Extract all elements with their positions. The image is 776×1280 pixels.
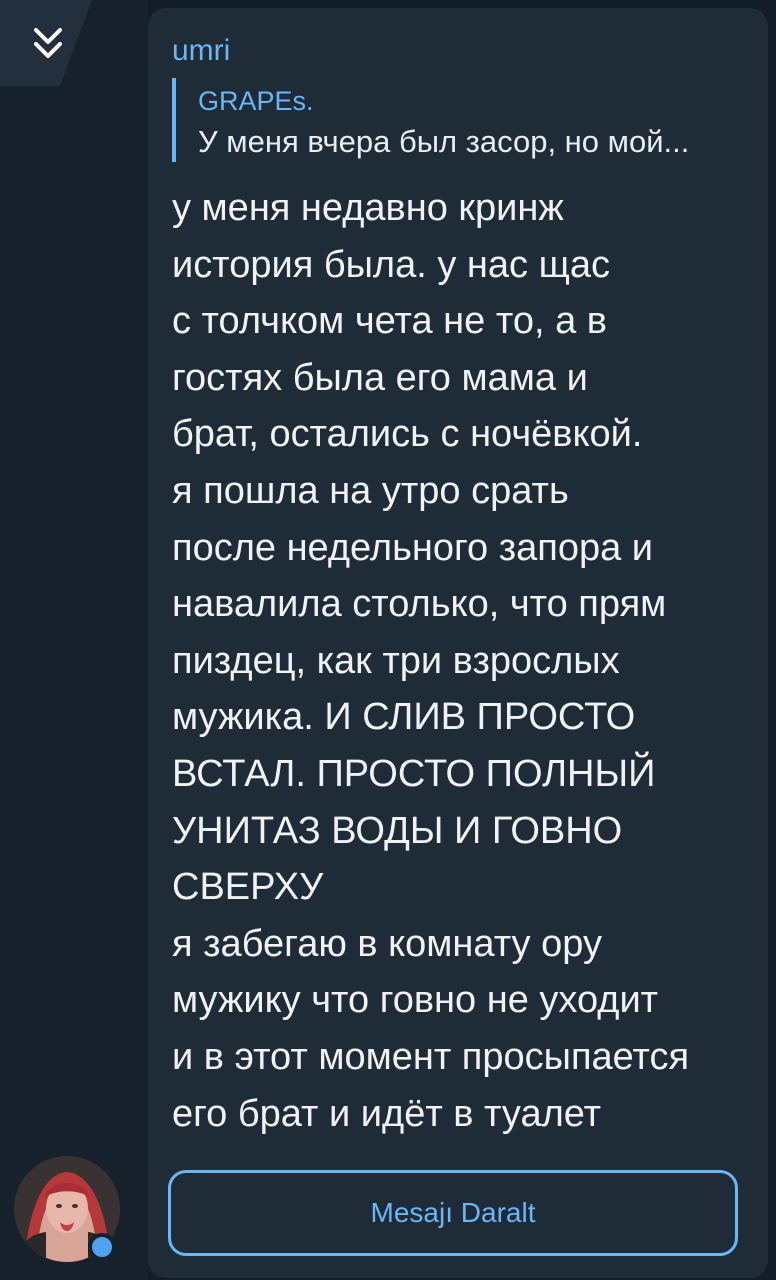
message-line: его брат и идёт в туалет	[172, 1092, 602, 1135]
message-line: навалила столько, что прям	[172, 583, 667, 626]
message-line: пиздец, как три взрослых	[172, 639, 620, 682]
chevron-double-down-icon[interactable]	[26, 22, 70, 66]
message-line: с толчком чета не то, а в	[172, 300, 607, 343]
chat-screen: umri GRAPEѕ. У меня вчера был засор, но …	[0, 0, 776, 1280]
message-line: гостях была его мама и	[172, 356, 588, 399]
message-line: я пошла на утро срать	[172, 469, 569, 512]
message-line: ВСТАЛ. ПРОСТО ПОЛНЫЙ	[172, 752, 656, 795]
reply-preview: У меня вчера был засор, но мой...	[198, 124, 690, 159]
message-line: брат, остались с ночёвкой.	[172, 413, 643, 456]
reply-author: GRAPEѕ.	[198, 86, 314, 116]
online-status-dot	[88, 1233, 116, 1261]
reply-quote[interactable]: GRAPEѕ. У меня вчера был засор, но мой..…	[172, 78, 756, 162]
sender-name[interactable]: umri	[172, 34, 230, 68]
left-rail	[0, 0, 148, 1280]
message-line: после недельного запора и	[172, 526, 654, 569]
message-line: у меня недавно кринж	[172, 187, 564, 229]
message-line: мужика. И СЛИВ ПРОСТО	[172, 696, 636, 739]
message-line: СВЕРХУ	[172, 866, 324, 909]
message-line: мужику что говно не уходит	[172, 979, 659, 1022]
collapse-message-button[interactable]: Mesajı Daralt	[168, 1170, 738, 1256]
message-line: УНИТАЗ ВОДЫ И ГОВНО	[172, 809, 623, 852]
message-bubble: umri GRAPEѕ. У меня вчера был засор, но …	[148, 8, 768, 1278]
message-line: история была. у нас щас	[172, 243, 610, 286]
message-line: и в этот момент просыпается	[172, 1035, 690, 1078]
message-text: у меня недавно кринж история была. у нас…	[172, 180, 752, 1142]
message-line: я забегаю в комнату ору	[172, 922, 602, 965]
